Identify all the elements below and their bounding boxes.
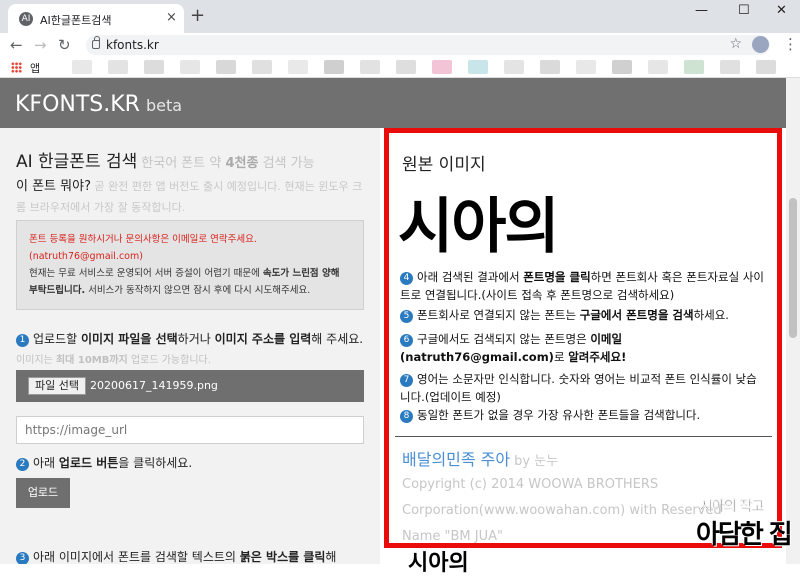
bookmark-item[interactable] xyxy=(396,60,416,74)
tab-strip: AI AI한글폰트검색 × + — ☐ ✕ xyxy=(0,0,800,33)
notice-box: 폰트 등록을 원하시거나 문의사항은 이메일로 연락주세요. (natruth7… xyxy=(16,220,364,310)
minimize-button[interactable]: — xyxy=(695,2,708,20)
favicon-icon: AI xyxy=(19,12,33,26)
bookmark-star-icon[interactable]: ☆ xyxy=(729,36,742,52)
selected-file-name: 20200617_141959.png xyxy=(90,379,218,392)
intro-text: 이 폰트 뭐야? 곧 완전 편한 앱 버전도 출시 예정입니다. 현재는 윈도우… xyxy=(16,176,371,218)
apps-grid-icon[interactable] xyxy=(11,62,22,73)
step2-text-a: 아래 xyxy=(33,456,59,470)
page-title: AI 한글폰트 검색 한국어 폰트 약 4천종 검색 가능 xyxy=(16,147,315,172)
subtitle-pre: 한국어 폰트 약 xyxy=(141,156,226,171)
page-subtitle: 한국어 폰트 약 4천종 검색 가능 xyxy=(141,156,314,171)
tab-title: AI한글폰트검색 xyxy=(40,14,112,27)
bookmark-item[interactable] xyxy=(540,60,560,74)
bookmark-item[interactable] xyxy=(756,60,776,74)
bookmark-item[interactable] xyxy=(216,60,236,74)
page-scrollbar[interactable] xyxy=(786,78,800,564)
step1-text-c: 하거나 xyxy=(177,332,215,346)
bookmark-item[interactable] xyxy=(684,60,704,74)
notice-body: 현재는 무료 서비스로 운영되어 서버 증설이 어렵기 때문에 속도가 느린점 … xyxy=(29,265,351,299)
step1-note-c: 업로드 가능합니다. xyxy=(127,355,211,366)
watermark-logo: 시아의 작고 아담한 집 xyxy=(690,494,798,564)
forward-button[interactable]: → xyxy=(34,35,47,55)
beta-label: beta xyxy=(145,96,183,115)
new-tab-button[interactable]: + xyxy=(190,6,205,26)
notice-email: (natruth76@gmail.com) xyxy=(29,251,143,262)
apps-label[interactable]: 앱 xyxy=(30,60,40,76)
step1-bold-a: 이미지 파일을 선택 xyxy=(80,332,178,346)
lock-icon xyxy=(92,36,100,49)
subtitle-post: 검색 가능 xyxy=(258,156,315,171)
site-header: KFONTS.KR beta xyxy=(0,78,786,128)
step1-note-a: 이미지는 xyxy=(16,355,56,366)
notice-body-a: 현재는 무료 서비스로 운영되어 서버 증설이 어렵기 때문에 xyxy=(29,268,263,279)
step2-text-c: 을 클릭하세요. xyxy=(118,456,193,470)
choose-file-button[interactable]: 파일 선택 xyxy=(28,377,86,395)
step1-text-e: 해 주세요. xyxy=(311,332,364,346)
upload-panel: AI 한글폰트 검색 한국어 폰트 약 4천종 검색 가능 이 폰트 뭐야? 곧 … xyxy=(0,128,380,564)
intro-question: 이 폰트 뭐야? xyxy=(16,179,91,194)
step3-text-c: 해 xyxy=(325,550,337,564)
step1-note-b: 최대 10MB까지 xyxy=(55,355,128,366)
watermark-line1: 시아의 작고 xyxy=(700,499,765,515)
bookmark-item[interactable] xyxy=(288,60,308,74)
step-3: 3 아래 이미지에서 폰트를 검색할 텍스트의 붉은 박스를 클릭해 xyxy=(16,548,368,564)
bookmark-item[interactable] xyxy=(252,60,272,74)
result-preview-text: 시아의 xyxy=(408,551,469,576)
reload-button[interactable]: ↻ xyxy=(58,35,71,55)
bookmark-item[interactable] xyxy=(360,60,380,74)
image-url-input[interactable] xyxy=(16,416,364,444)
site-logo[interactable]: KFONTS.KR beta xyxy=(15,92,182,117)
browser-toolbar: ← → ↻ kfonts.kr ☆ xyxy=(0,33,800,57)
notice-contact: 폰트 등록을 원하시거나 문의사항은 이메일로 연락주세요. xyxy=(29,234,257,245)
step-number-badge: 1 xyxy=(16,334,29,347)
step-number-badge: 2 xyxy=(16,458,29,471)
bookmarks-bar: 앱 xyxy=(0,57,800,78)
url-text: kfonts.kr xyxy=(106,38,159,52)
close-tab-icon[interactable]: × xyxy=(166,10,177,26)
subtitle-count: 4천종 xyxy=(225,156,259,171)
highlight-box xyxy=(384,128,782,548)
step1-bold-b: 이미지 주소를 입력 xyxy=(214,332,312,346)
bookmark-item[interactable] xyxy=(144,60,164,74)
step1-text-a: 업로드할 xyxy=(33,332,81,346)
bookmark-item[interactable] xyxy=(612,60,632,74)
step-2: 2 아래 업로드 버튼을 클릭하세요. xyxy=(16,454,368,472)
bookmark-item[interactable] xyxy=(72,60,92,74)
step-1: 1 업로드할 이미지 파일을 선택하거나 이미지 주소를 입력해 주세요. 이미지… xyxy=(16,330,368,370)
watermark-line2: 아담한 집 xyxy=(696,520,793,550)
notice-body-b: 서비스가 동작하지 않으면 잠시 후에 다시 시도해주세요. xyxy=(85,285,311,296)
bookmark-item[interactable] xyxy=(504,60,524,74)
step3-bold: 붉은 박스를 클릭 xyxy=(239,550,326,564)
back-button[interactable]: ← xyxy=(10,35,23,55)
browser-menu-icon[interactable]: ⋮ xyxy=(783,35,798,53)
bookmark-item[interactable] xyxy=(324,60,344,74)
profile-avatar[interactable] xyxy=(752,36,769,53)
bookmark-item[interactable] xyxy=(432,60,452,74)
address-bar[interactable]: kfonts.kr ☆ xyxy=(86,35,770,55)
bookmark-item[interactable] xyxy=(468,60,488,74)
close-window-button[interactable]: ✕ xyxy=(776,2,787,20)
step2-bold: 업로드 버튼 xyxy=(58,456,119,470)
bookmark-item[interactable] xyxy=(648,60,668,74)
step3-text-a: 아래 이미지에서 폰트를 검색할 텍스트의 xyxy=(33,550,240,564)
step1-note: 이미지는 최대 10MB까지 업로드 가능합니다. xyxy=(16,355,211,366)
upload-button[interactable]: 업로드 xyxy=(16,478,70,508)
step-number-badge: 3 xyxy=(16,552,29,564)
maximize-button[interactable]: ☐ xyxy=(738,2,750,20)
file-picker: 파일 선택 20200617_141959.png xyxy=(16,370,364,402)
scrollbar-thumb[interactable] xyxy=(789,198,797,338)
page-title-text: AI 한글폰트 검색 xyxy=(16,152,138,172)
browser-tab[interactable]: AI AI한글폰트검색 × xyxy=(8,4,184,33)
bookmark-item[interactable] xyxy=(108,60,128,74)
brand-name: KFONTS.KR xyxy=(15,92,140,117)
bookmark-item[interactable] xyxy=(720,60,740,74)
bookmark-item[interactable] xyxy=(180,60,200,74)
bookmark-item[interactable] xyxy=(576,60,596,74)
